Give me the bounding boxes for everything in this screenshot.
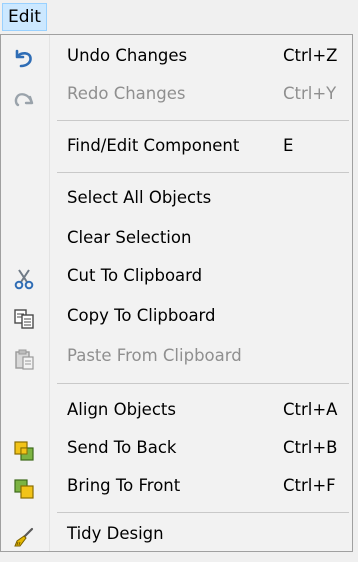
menu-item-cut-to-clipboard[interactable]: Cut To Clipboard (1, 257, 352, 295)
menu-item-align-objects[interactable]: Align Objects Ctrl+A (1, 391, 352, 429)
menu-item-clear-selection[interactable]: Clear Selection (1, 219, 352, 257)
menu-item-label: Clear Selection (67, 228, 192, 247)
menu-bar: Edit (0, 0, 358, 34)
menu-item-redo-changes[interactable]: Redo Changes Ctrl+Y (1, 75, 352, 113)
menu-separator (57, 172, 349, 173)
copy-icon (13, 306, 35, 329)
menu-item-shortcut: Ctrl+F (283, 476, 336, 495)
menu-item-undo-changes[interactable]: Undo Changes Ctrl+Z (1, 37, 352, 75)
tidy-design-icon (13, 524, 35, 547)
menu-item-label: Tidy Design (67, 524, 164, 543)
menu-item-label: Redo Changes (67, 84, 186, 103)
redo-icon (13, 84, 35, 107)
menu-item-send-to-back[interactable]: Send To Back Ctrl+B (1, 429, 352, 467)
menu-item-tidy-design[interactable]: Tidy Design (1, 515, 352, 553)
bring-to-front-icon (13, 476, 35, 499)
menu-item-select-all-objects[interactable]: Select All Objects (1, 179, 352, 217)
menu-item-label: Bring To Front (67, 476, 181, 495)
menu-separator (57, 512, 349, 513)
menu-item-label: Align Objects (67, 400, 176, 419)
menu-item-label: Select All Objects (67, 188, 212, 207)
menu-item-label: Cut To Clipboard (67, 266, 203, 285)
menu-item-paste-from-clipboard[interactable]: Paste From Clipboard (1, 337, 352, 375)
menu-item-shortcut: Ctrl+Z (283, 46, 338, 65)
menu-item-find-edit-component[interactable]: Find/Edit Component E (1, 127, 352, 165)
menu-item-label: Paste From Clipboard (67, 346, 242, 365)
menu-separator (57, 120, 349, 121)
menu-item-shortcut: Ctrl+Y (283, 84, 337, 103)
menu-item-shortcut: Ctrl+B (283, 438, 338, 457)
menu-item-shortcut: Ctrl+A (283, 400, 338, 419)
cut-icon (13, 266, 35, 290)
menu-item-shortcut: E (283, 136, 294, 155)
edit-menu-title[interactable]: Edit (2, 3, 47, 31)
menu-item-label: Undo Changes (67, 46, 188, 65)
menu-item-label: Send To Back (67, 438, 177, 457)
menu-item-label: Copy To Clipboard (67, 306, 216, 325)
send-to-back-icon (13, 438, 35, 461)
edit-dropdown-menu: Undo Changes Ctrl+Z Redo Changes Ctrl+Y … (0, 34, 353, 552)
menu-separator (57, 383, 349, 384)
menu-item-copy-to-clipboard[interactable]: Copy To Clipboard (1, 297, 352, 335)
menu-item-label: Find/Edit Component (67, 136, 240, 155)
undo-icon (13, 46, 35, 68)
paste-icon (13, 346, 35, 370)
menu-item-bring-to-front[interactable]: Bring To Front Ctrl+F (1, 467, 352, 505)
